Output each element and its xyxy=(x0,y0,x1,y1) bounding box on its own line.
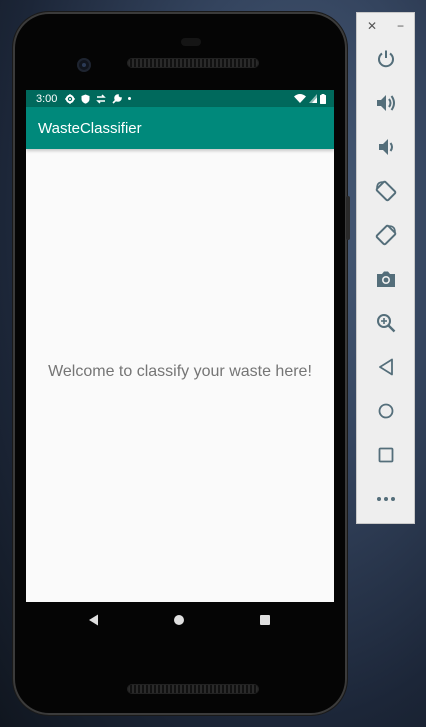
app-toolbar: WasteClassifier xyxy=(26,107,334,149)
overview-icon xyxy=(378,447,393,463)
wifi-icon xyxy=(294,94,306,103)
power-button[interactable] xyxy=(357,44,414,74)
dot-icon xyxy=(128,97,132,100)
window-controls: ✕ − xyxy=(357,13,414,39)
back-icon xyxy=(89,614,98,626)
home-icon xyxy=(174,615,184,625)
power-icon xyxy=(377,50,394,68)
volume-up-button[interactable] xyxy=(357,88,414,118)
rotate-left-button[interactable] xyxy=(357,176,414,206)
screenshot-button[interactable] xyxy=(357,264,414,294)
gear-icon xyxy=(65,93,76,104)
shield-icon xyxy=(81,94,90,104)
status-notification-icons xyxy=(65,93,132,104)
back-icon xyxy=(378,358,393,376)
home-icon xyxy=(378,403,393,419)
status-system-icons xyxy=(294,93,326,104)
rotate-left-icon xyxy=(375,180,396,202)
nav-recents-button[interactable] xyxy=(253,608,277,632)
rotate-right-icon xyxy=(375,224,396,246)
more-button[interactable] xyxy=(357,484,414,514)
side-power-button[interactable] xyxy=(346,196,350,240)
device-screen: 3:00 WasteClassifier Welcome to classify… xyxy=(26,90,334,602)
status-bar: 3:00 xyxy=(26,90,334,107)
close-icon[interactable]: ✕ xyxy=(367,19,377,33)
wrench-icon xyxy=(112,93,123,104)
volume-down-button[interactable] xyxy=(357,132,414,162)
minimize-icon[interactable]: − xyxy=(397,19,404,33)
nav-home-button[interactable] xyxy=(167,608,191,632)
volume-up-icon xyxy=(376,95,395,111)
signal-icon xyxy=(309,94,317,103)
sync-icon xyxy=(96,93,107,104)
welcome-text: Welcome to classify your waste here! xyxy=(48,362,312,380)
top-speaker xyxy=(128,59,258,67)
app-title: WasteClassifier xyxy=(38,119,142,137)
camera-icon xyxy=(376,271,395,287)
android-nav-bar xyxy=(26,602,334,638)
home-button[interactable] xyxy=(357,396,414,426)
battery-icon xyxy=(320,93,326,104)
front-camera xyxy=(77,58,91,72)
back-button[interactable] xyxy=(357,352,414,382)
recents-icon xyxy=(260,615,270,625)
earpiece xyxy=(181,38,201,46)
status-time: 3:00 xyxy=(36,92,58,105)
more-icon xyxy=(376,497,395,501)
nav-back-button[interactable] xyxy=(82,608,106,632)
main-content: Welcome to classify your waste here! xyxy=(26,149,334,602)
zoom-icon xyxy=(376,314,395,333)
bottom-speaker xyxy=(128,685,258,693)
zoom-button[interactable] xyxy=(357,308,414,338)
overview-button[interactable] xyxy=(357,440,414,470)
rotate-right-button[interactable] xyxy=(357,220,414,250)
volume-down-icon xyxy=(378,139,393,155)
emulator-toolbar: ✕ − xyxy=(356,12,415,524)
